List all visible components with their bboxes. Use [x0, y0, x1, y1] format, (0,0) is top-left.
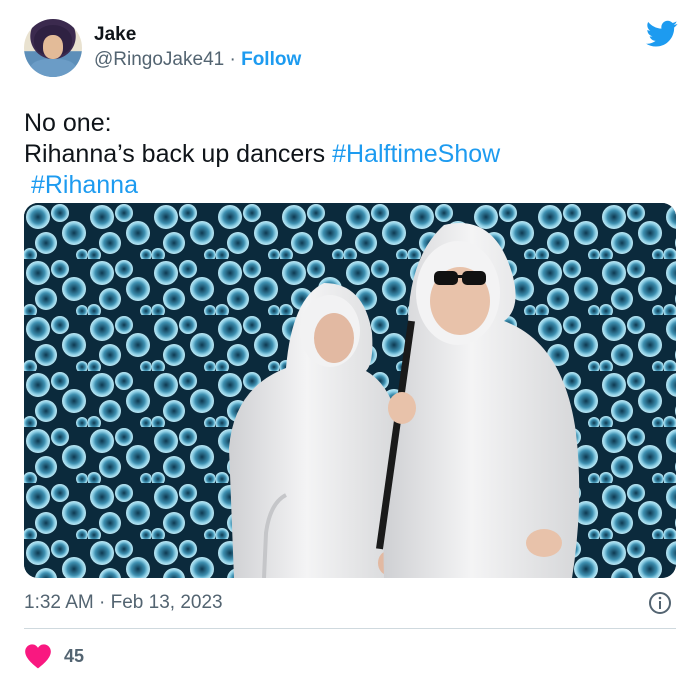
- tweet-line-2-text: Rihanna’s back up dancers: [24, 140, 326, 168]
- tweet-line-2: Rihanna’s back up dancers #HalftimeShow: [24, 139, 676, 170]
- handle[interactable]: @RingoJake41: [94, 49, 224, 70]
- avatar-shirt: [30, 59, 76, 77]
- tweet-line-3: #Rihanna: [24, 170, 676, 201]
- handle-separator: ·: [229, 49, 236, 70]
- timestamp-separator: ·: [99, 592, 106, 613]
- tweet-time: 1:32 AM: [24, 592, 94, 613]
- like-action[interactable]: 45: [24, 643, 84, 669]
- photo-illustration: [24, 203, 676, 578]
- tweet-header: Jake @RingoJake41 · Follow: [24, 18, 676, 78]
- tweet-line-1: No one:: [24, 109, 112, 137]
- tweet-text: No one: Rihanna’s back up dancers #Halft…: [24, 108, 676, 201]
- twitter-bird-icon[interactable]: [646, 20, 678, 48]
- tweet-timestamp[interactable]: 1:32 AM · Feb 13, 2023: [24, 590, 223, 616]
- avatar-face: [43, 35, 63, 59]
- hashtag-halftimeshow[interactable]: #HalftimeShow: [332, 140, 500, 168]
- follow-button[interactable]: Follow: [241, 49, 301, 70]
- tweet-card: Jake @RingoJake41 · Follow No one: Rihan…: [0, 0, 700, 681]
- handle-row: @RingoJake41 · Follow: [94, 47, 301, 73]
- tweet-date: Feb 13, 2023: [110, 592, 223, 613]
- like-count: 45: [64, 645, 85, 666]
- footer-divider: [24, 628, 676, 629]
- display-name[interactable]: Jake: [94, 23, 301, 47]
- author-names: Jake @RingoJake41 · Follow: [94, 23, 301, 73]
- info-icon[interactable]: [648, 591, 672, 615]
- avatar[interactable]: [24, 19, 82, 77]
- heart-icon[interactable]: [24, 643, 52, 669]
- tweet-photo[interactable]: [24, 203, 676, 578]
- hashtag-rihanna[interactable]: #Rihanna: [31, 171, 138, 199]
